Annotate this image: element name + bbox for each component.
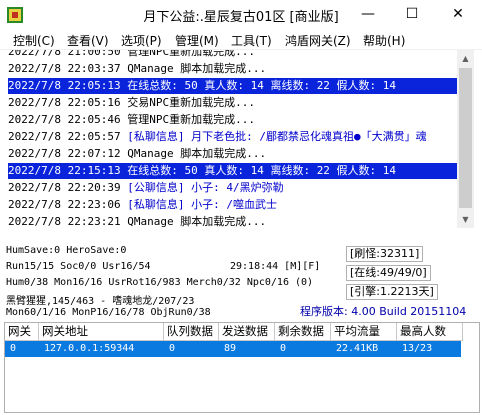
log-line: 2022/7/8 22:05:16 交易NPC重新加载完成... <box>8 96 255 109</box>
log-line: 2022/7/8 22:03:37 QManage 脚本加载完成... <box>8 62 267 75</box>
menu-manage[interactable]: 管理(M) <box>175 32 219 49</box>
menu-help[interactable]: 帮助(H) <box>363 32 405 49</box>
title-bar[interactable]: 月下公益:.星辰复古01区 [商业版] — ☐ ✕ <box>0 0 482 30</box>
log-line-selected: 2022/7/8 22:15:13 在线总数: 50 真人数: 14 离线数: … <box>8 163 460 179</box>
col-remain[interactable]: 剩余数据 <box>275 323 331 341</box>
log-line: 2022/7/8 22:05:46 管理NPC重新加载完成... <box>8 113 255 126</box>
cell-gateway: 0 <box>10 343 17 354</box>
status-save: HumSave:0 HeroSave:0 <box>6 245 127 256</box>
col-queue[interactable]: 队列数据 <box>164 323 219 341</box>
col-address[interactable]: 网关地址 <box>39 323 164 341</box>
menu-options[interactable]: 选项(P) <box>121 32 162 49</box>
online-count: [在线:49/49/0] <box>346 265 431 281</box>
status-panel: HumSave:0 HeroSave:0 Run15/15 Soc0/0 Usr… <box>4 242 478 322</box>
log-line: 2022/7/8 22:23:21 QManage 脚本加载完成... <box>8 215 267 228</box>
col-max-users[interactable]: 最高人数 <box>397 323 463 341</box>
scroll-down-icon[interactable]: ▼ <box>457 211 474 228</box>
status-mon: Mon60/1/16 MonP16/16/78 ObjRun0/38 <box>6 307 211 318</box>
minimize-button[interactable]: — <box>346 0 390 30</box>
gateway-table[interactable]: 网关 网关地址 队列数据 发送数据 剩余数据 平均流量 最高人数 0 127.0… <box>4 322 480 413</box>
status-clock: 29:18:44 [M][F] <box>230 261 321 272</box>
log-line-selected: 2022/7/8 22:05:13 在线总数: 50 真人数: 14 离线数: … <box>8 78 460 94</box>
menu-bar: 控制(C) 查看(V) 选项(P) 管理(M) 工具(T) 鸿盾网关(Z) 帮助… <box>0 30 482 50</box>
refresh-count: [刷怪:32311] <box>346 246 424 262</box>
log-line: 2022/7/8 22:05:57 [私聊信息] 月下老色批: /郿都禁忌化魂真… <box>8 130 427 143</box>
menu-gateway[interactable]: 鸿盾网关(Z) <box>285 32 351 49</box>
cell-address: 127.0.0.1:59344 <box>44 343 135 354</box>
log-line: 2022/7/8 22:07:12 QManage 脚本加载完成... <box>8 147 267 160</box>
status-run: Run15/15 Soc0/0 Usr16/54 <box>6 261 151 272</box>
scroll-thumb[interactable] <box>459 68 472 208</box>
menu-view[interactable]: 查看(V) <box>67 32 109 49</box>
maximize-button[interactable]: ☐ <box>390 0 434 30</box>
menu-tools[interactable]: 工具(T) <box>231 32 272 49</box>
scroll-up-icon[interactable]: ▲ <box>457 50 474 67</box>
log-line: 2022/7/8 22:23:06 [私聊信息] 小子: /噬血武士 <box>8 198 277 211</box>
cell-queue: 0 <box>169 343 176 354</box>
cell-sent: 89 <box>224 343 237 354</box>
log-line: 2022/7/8 22:20:39 [公聊信息] 小子: 4/黑炉弥勒 <box>8 181 284 194</box>
menu-control[interactable]: 控制(C) <box>13 32 55 49</box>
cell-remain: 0 <box>280 343 287 354</box>
log-scrollbar[interactable]: ▲ ▼ <box>457 50 474 228</box>
log-line: 2022/7/8 21:00:50 管理NPC重新加载完成... <box>8 50 255 58</box>
log-panel[interactable]: 2022/7/8 21:00:50 管理NPC重新加载完成... 2022/7/… <box>4 50 474 228</box>
cell-max-users: 13/23 <box>402 343 433 354</box>
close-button[interactable]: ✕ <box>434 0 482 30</box>
program-version: 程序版本: 4.00 Build 20151104 <box>300 305 467 318</box>
col-sent[interactable]: 发送数据 <box>219 323 275 341</box>
cell-traffic: 22.41KB <box>336 343 379 354</box>
col-traffic[interactable]: 平均流量 <box>331 323 397 341</box>
status-monster: 黑臂猩猩,145/463 - 嗜魂地龙/207/23 <box>6 296 195 307</box>
engine-uptime: [引擎:1.2213天] <box>346 284 438 300</box>
status-hum: Hum0/38 Mon16/16 UsrRot16/983 Merch0/32 … <box>6 277 314 288</box>
col-gateway[interactable]: 网关 <box>5 323 39 341</box>
